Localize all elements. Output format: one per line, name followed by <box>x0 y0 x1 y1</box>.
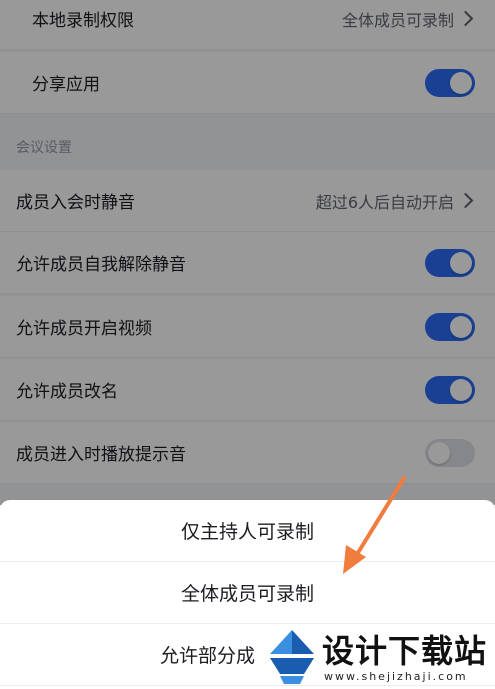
mute-on-join-right: 超过6人后自动开启 <box>316 189 475 213</box>
mute-on-join-label: 成员入会时静音 <box>16 193 135 213</box>
local-record-permission-row[interactable]: 本地录制权限 全体成员可录制 <box>0 0 495 50</box>
option-host-only-record[interactable]: 仅主持人可录制 <box>0 500 495 562</box>
local-record-permission-right: 全体成员可录制 <box>342 7 475 31</box>
join-sound-row: 成员进入时播放提示音 <box>0 422 495 484</box>
watermark-title: 设计下载站 <box>322 632 488 670</box>
watermark-logo-icon <box>270 630 314 684</box>
allow-rename-toggle[interactable] <box>425 375 475 404</box>
allow-rename-label: 允许成员改名 <box>16 382 118 402</box>
allow-rename-row: 允许成员改名 <box>0 359 495 421</box>
allow-unmute-toggle[interactable] <box>425 248 475 277</box>
mute-on-join-row[interactable]: 成员入会时静音 超过6人后自动开启 <box>0 170 495 232</box>
mute-on-join-value: 超过6人后自动开启 <box>315 192 454 212</box>
toggle-knob <box>450 71 472 94</box>
section-title-meeting-settings: 会议设置 <box>0 115 495 177</box>
join-sound-toggle[interactable] <box>425 438 475 467</box>
allow-video-row: 允许成员开启视频 <box>0 296 495 358</box>
local-record-permission-label: 本地录制权限 <box>32 11 134 31</box>
watermark-url: www.shejizhaji.com <box>324 670 468 683</box>
toggle-knob <box>450 315 472 338</box>
allow-unmute-label: 允许成员自我解除静音 <box>16 255 186 275</box>
share-app-row: 分享应用 <box>0 52 495 114</box>
toggle-knob <box>450 251 472 274</box>
allow-video-toggle[interactable] <box>425 312 475 341</box>
share-app-toggle[interactable] <box>425 68 475 97</box>
chevron-right-icon <box>457 10 474 27</box>
share-app-label: 分享应用 <box>32 75 100 95</box>
join-sound-label: 成员进入时播放提示音 <box>16 445 186 465</box>
toggle-knob <box>428 441 450 464</box>
local-record-permission-value: 全体成员可录制 <box>341 10 454 30</box>
toggle-knob <box>450 378 472 401</box>
settings-list: 本地录制权限 全体成员可录制 分享应用 会议设置 成员入会时静音 超过6人后自动… <box>0 0 495 505</box>
allow-video-label: 允许成员开启视频 <box>16 319 152 339</box>
chevron-right-icon <box>457 192 474 209</box>
meeting-settings-screen: 本地录制权限 全体成员可录制 分享应用 会议设置 成员入会时静音 超过6人后自动… <box>0 0 495 689</box>
option-all-members-record[interactable]: 全体成员可录制 <box>0 562 495 624</box>
watermark: 设计下载站 www.shejizhaji.com <box>262 624 495 689</box>
allow-unmute-row: 允许成员自我解除静音 <box>0 232 495 294</box>
